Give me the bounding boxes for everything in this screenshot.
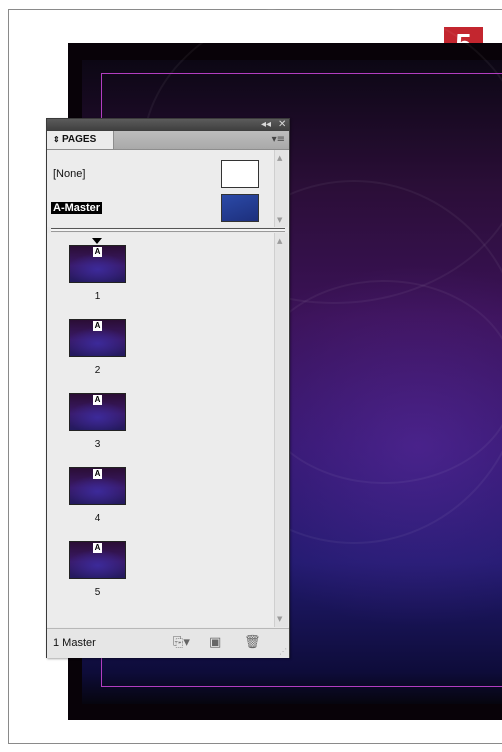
pages-scrollbar[interactable]: ▲ ▼ — [274, 233, 288, 627]
page-thumbnail[interactable]: A — [69, 467, 126, 505]
page-thumbnail[interactable]: A — [69, 541, 126, 579]
master-item-a-master[interactable]: A-Master — [47, 194, 273, 224]
master-label: [None] — [53, 168, 86, 180]
master-prefix: A — [93, 321, 102, 331]
scroll-up-icon[interactable]: ▲ — [277, 237, 282, 245]
page-item[interactable]: A 1 — [69, 238, 129, 315]
page-thumbnail[interactable]: A — [69, 245, 126, 283]
tab-pages[interactable]: ⇕ PAGES — [47, 131, 114, 149]
page-number: 3 — [94, 439, 101, 450]
scroll-down-icon[interactable]: ▼ — [277, 615, 282, 623]
panel-menu-icon[interactable]: ▾≡ — [272, 134, 285, 146]
page-item[interactable]: A 3 — [69, 393, 129, 463]
page-number: 5 — [94, 587, 101, 598]
current-page-marker-icon — [92, 238, 102, 244]
page-thumbnail[interactable]: A — [69, 393, 126, 431]
panel-title-bar[interactable]: ◂◂ ✕ — [47, 119, 289, 131]
master-prefix: A — [93, 395, 102, 405]
masters-scrollbar[interactable]: ▲ ▼ — [274, 150, 288, 227]
pages-status-text: 1 Master — [53, 637, 96, 649]
master-item-none[interactable]: [None] — [47, 160, 273, 190]
master-thumbnail[interactable] — [221, 160, 259, 188]
master-label: A-Master — [51, 202, 103, 214]
master-prefix: A — [93, 469, 102, 479]
delete-page-icon[interactable]: 🗑 — [244, 635, 261, 650]
page-item[interactable]: A 2 — [69, 319, 129, 389]
scroll-down-icon[interactable]: ▼ — [277, 216, 282, 224]
page-size-icon[interactable]: ⎘▾ — [173, 635, 190, 650]
scroll-up-icon[interactable]: ▲ — [277, 154, 282, 162]
panel-footer: 1 Master ⎘▾ ▣ 🗑 ⋰ — [47, 628, 289, 658]
page-item[interactable]: A 5 — [69, 541, 129, 611]
resize-grip-icon[interactable]: ⋰ — [279, 647, 287, 656]
close-panel-icon[interactable]: ✕ — [278, 118, 286, 131]
twisty-icon[interactable]: ⇕ — [53, 131, 60, 149]
master-prefix: A — [93, 543, 102, 553]
page-number: 4 — [94, 513, 101, 524]
masters-section: [None] A-Master ▲ ▼ — [47, 150, 289, 227]
page-number: 1 — [94, 291, 101, 302]
section-divider[interactable] — [51, 228, 285, 232]
page-thumbnail[interactable]: A — [69, 319, 126, 357]
master-prefix: A — [93, 247, 102, 257]
panel-tab-row: ⇕ PAGES ▾≡ — [47, 131, 289, 150]
page-item[interactable]: A 4 — [69, 467, 129, 537]
master-thumbnail[interactable] — [221, 194, 259, 222]
new-page-icon[interactable]: ▣ — [209, 635, 221, 650]
collapse-panel-icon[interactable]: ◂◂ — [261, 118, 271, 131]
pages-section: A 1 A 2 A 3 A 4 A 5 ▲ ▼ — [47, 233, 289, 627]
pages-panel: ◂◂ ✕ ⇕ PAGES ▾≡ [None] A-Master ▲ ▼ A 1 … — [46, 118, 290, 658]
tab-pages-label: PAGES — [62, 134, 97, 145]
page-number: 2 — [94, 365, 101, 376]
